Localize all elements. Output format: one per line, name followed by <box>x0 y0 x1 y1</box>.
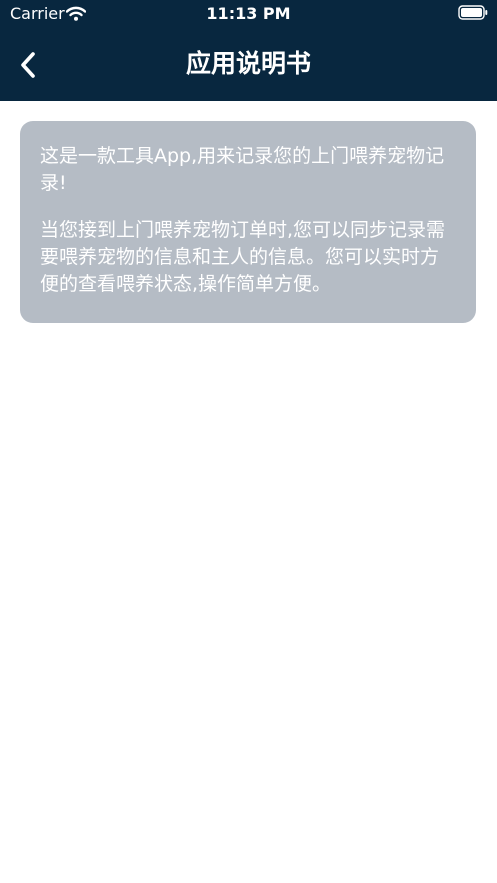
instructions-paragraph-2: 当您接到上门喂养宠物订单时,您可以同步记录需要喂养宠物的信息和主人的信息。您可以… <box>40 219 446 295</box>
top-bar: Carrier 11:13 PM 应用说明书 <box>0 0 497 101</box>
battery-icon <box>458 5 488 20</box>
status-bar: Carrier 11:13 PM <box>0 0 497 28</box>
navigation-bar: 应用说明书 <box>0 28 497 101</box>
instructions-paragraph-1: 这是一款工具App,用来记录您的上门喂养宠物记录! <box>40 145 445 194</box>
status-time: 11:13 PM <box>206 4 291 23</box>
instructions-card: 这是一款工具App,用来记录您的上门喂养宠物记录! 当您接到上门喂养宠物订单时,… <box>20 121 476 323</box>
page-title: 应用说明书 <box>185 49 311 78</box>
